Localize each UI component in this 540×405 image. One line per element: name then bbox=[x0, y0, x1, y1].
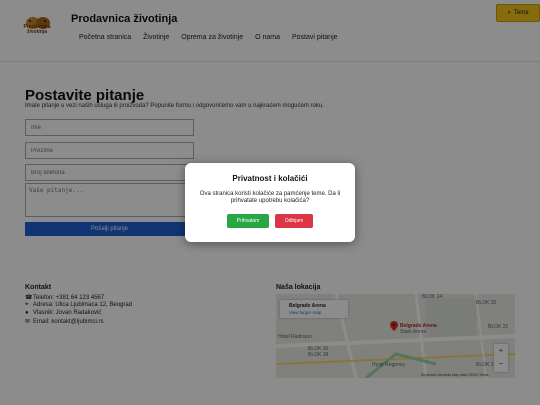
cookie-dialog-text: Ova stranica koristi kolačiće za pamćenj… bbox=[199, 191, 341, 204]
reject-cookies-button[interactable]: Odbijam bbox=[275, 214, 313, 228]
cookie-consent-dialog: Privatnost i kolačići Ova stranica koris… bbox=[185, 163, 355, 242]
accept-cookies-button[interactable]: Prihvatam bbox=[227, 214, 269, 228]
cookie-dialog-title: Privatnost i kolačići bbox=[232, 174, 308, 183]
